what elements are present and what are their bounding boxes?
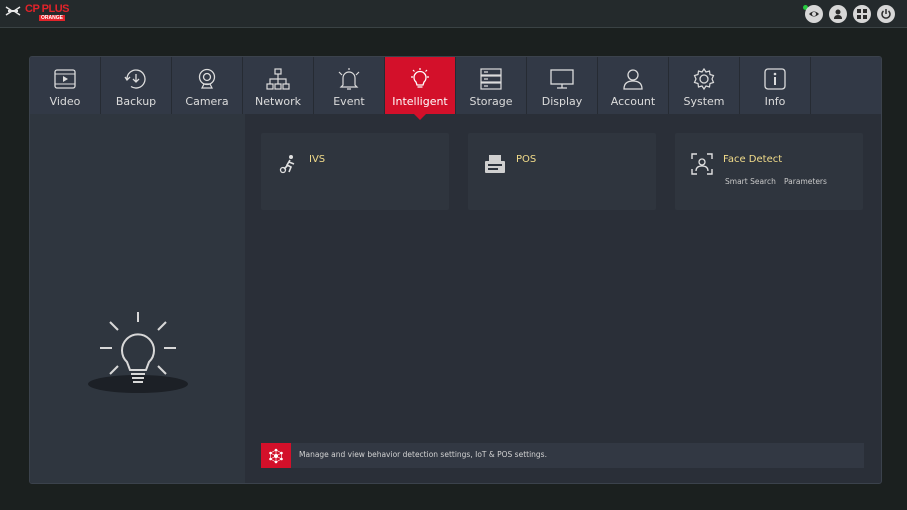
tab-label: Storage xyxy=(469,95,513,108)
brand-sub: ORANGE xyxy=(39,15,65,21)
pos-icon xyxy=(485,155,505,173)
camera-icon xyxy=(198,68,216,89)
tab-label: Display xyxy=(541,95,583,108)
large-bulb-icon xyxy=(88,312,188,393)
display-icon xyxy=(550,69,574,89)
tab-account[interactable]: Account xyxy=(598,57,669,114)
tab-label: Video xyxy=(49,95,81,108)
eye-icon xyxy=(809,11,819,17)
tab-label: Event xyxy=(333,95,365,108)
gear-icon xyxy=(693,67,715,91)
ivs-icon xyxy=(279,155,295,174)
card-title: Face Detect xyxy=(723,154,783,165)
tab-info[interactable]: Info xyxy=(740,57,811,114)
tab-label: Info xyxy=(764,95,786,108)
face-detect-icon xyxy=(691,153,713,175)
video-icon xyxy=(54,69,76,89)
card-title: IVS xyxy=(309,154,326,165)
logo-mark-icon xyxy=(5,6,21,16)
intelligent-network-icon xyxy=(269,448,283,463)
tab-backup[interactable]: Backup xyxy=(101,57,172,114)
info-icon xyxy=(764,68,786,90)
tab-display[interactable]: Display xyxy=(527,57,598,114)
tab-system[interactable]: System xyxy=(669,57,740,114)
account-icon xyxy=(623,69,643,90)
eye-button[interactable] xyxy=(805,5,823,23)
grid-icon xyxy=(857,9,867,19)
tab-intelligent[interactable]: Intelligent xyxy=(385,57,456,120)
tab-network[interactable]: Network xyxy=(243,57,314,114)
smart-search-link[interactable]: Smart Search xyxy=(725,177,776,186)
grid-button[interactable] xyxy=(853,5,871,23)
network-icon xyxy=(266,68,290,90)
tab-label: Backup xyxy=(115,95,157,108)
main-tabs: Video Backup Camera Network Event Intell… xyxy=(30,57,881,120)
power-button[interactable] xyxy=(877,5,895,23)
card-face-detect[interactable]: Face Detect Smart Search Parameters xyxy=(675,133,863,210)
tab-label: Network xyxy=(255,95,301,108)
main-panel: Video Backup Camera Network Event Intell… xyxy=(29,56,882,484)
tab-camera[interactable]: Camera xyxy=(172,57,243,114)
info-bar: Manage and view behavior detection setti… xyxy=(261,443,864,468)
card-ivs[interactable]: IVS xyxy=(261,133,449,210)
power-icon xyxy=(881,9,891,19)
user-icon xyxy=(834,9,842,19)
bulb-icon xyxy=(411,68,429,88)
storage-icon xyxy=(480,68,502,90)
tab-video[interactable]: Video xyxy=(30,57,101,114)
user-button[interactable] xyxy=(829,5,847,23)
info-text: Manage and view behavior detection setti… xyxy=(299,450,547,459)
event-icon xyxy=(338,68,360,90)
card-title: POS xyxy=(516,154,537,165)
tab-event[interactable]: Event xyxy=(314,57,385,114)
info-badge xyxy=(261,443,291,468)
card-pos[interactable]: POS xyxy=(468,133,656,210)
top-bar: CP PLUS ORANGE xyxy=(0,0,907,28)
backup-icon xyxy=(124,69,146,89)
tab-label: Intelligent xyxy=(392,95,448,108)
tab-label: Account xyxy=(610,95,656,108)
tab-label: System xyxy=(683,95,725,108)
left-pane xyxy=(30,114,245,483)
brand-name: CP PLUS xyxy=(25,3,69,15)
tab-storage[interactable]: Storage xyxy=(456,57,527,114)
tab-label: Camera xyxy=(185,95,229,108)
brand-logo: CP PLUS ORANGE xyxy=(5,3,75,25)
parameters-link[interactable]: Parameters xyxy=(784,177,827,186)
